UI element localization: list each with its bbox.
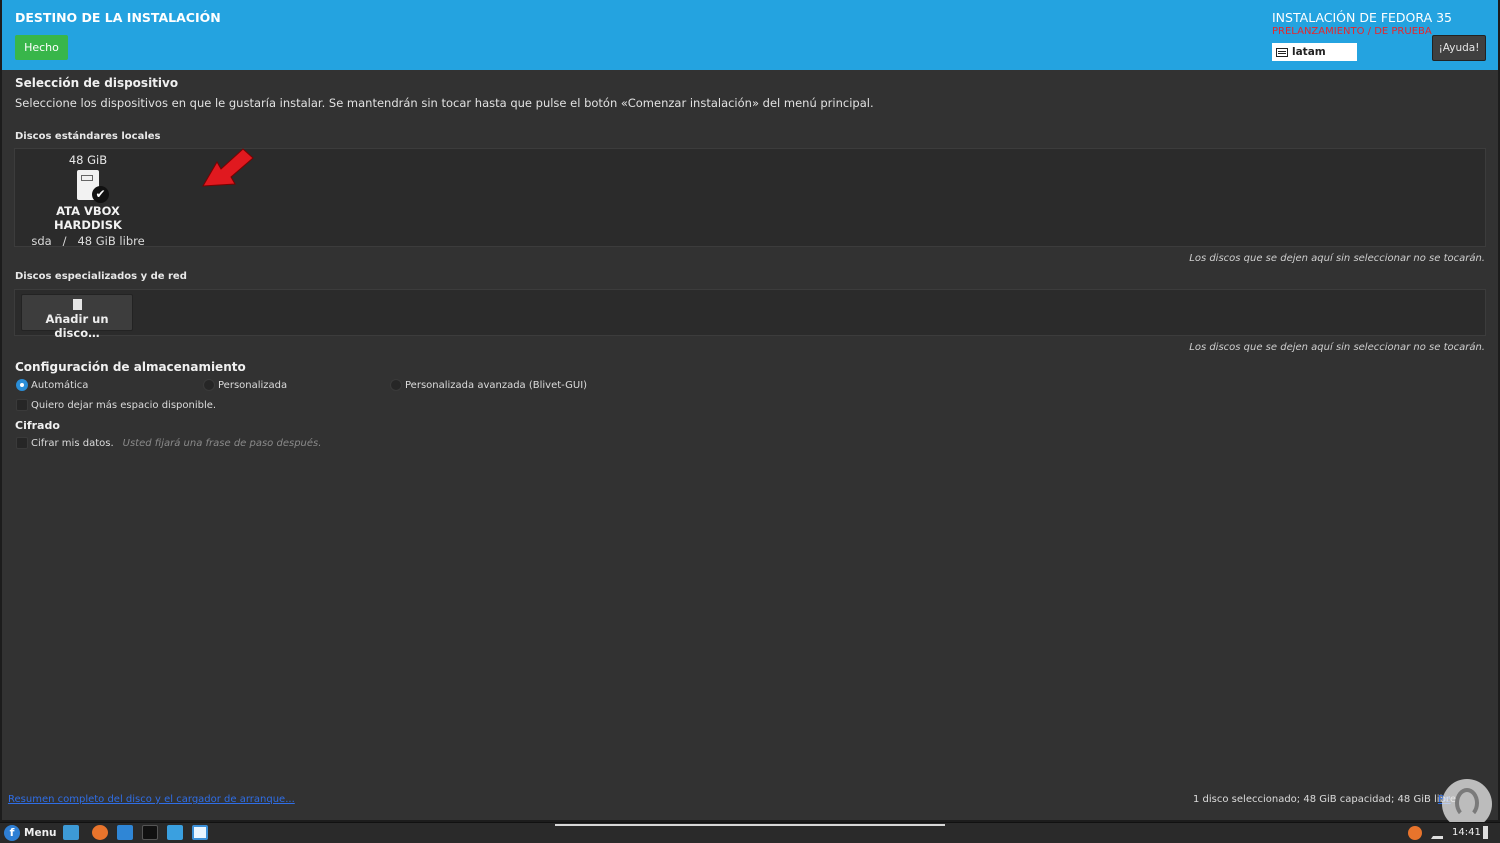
red-arrow-annotation (202, 148, 254, 187)
add-disk-button[interactable]: Añadir un disco… (21, 294, 133, 340)
terminal-icon[interactable] (142, 825, 158, 840)
disk-info: sda / 48 GiB libre (31, 234, 145, 248)
clock[interactable]: 14:41 (1452, 827, 1481, 838)
done-button[interactable]: Hecho (15, 35, 68, 60)
taskbar-highlight (555, 824, 945, 826)
start-menu-button[interactable]: f Menu (4, 825, 57, 841)
keyboard-layout-indicator[interactable]: latam (1272, 43, 1357, 61)
disk-size: 48 GiB (68, 153, 108, 167)
radio-advanced-custom[interactable]: Personalizada avanzada (Blivet-GUI) (390, 379, 587, 391)
keyboard-layout-label: latam (1292, 46, 1326, 58)
network-disks-note: Los discos que se dejen aquí sin selecci… (1189, 342, 1485, 353)
disk-status-summary: 1 disco seleccionado; 48 GiB capacidad; … (1193, 794, 1456, 805)
storage-config-title: Configuración de almacenamiento (15, 360, 246, 374)
taskbar: f Menu 14:41 (0, 822, 1500, 843)
network-disks-panel: Añadir un disco… (14, 289, 1486, 340)
fedora-logo-icon: f (4, 825, 20, 841)
device-selection-title: Selección de dispositivo (15, 76, 179, 90)
checkmark-icon: ✔ (92, 186, 109, 203)
update-icon[interactable] (1408, 826, 1422, 840)
device-selection-description: Seleccione los dispositivos en que le gu… (15, 96, 874, 110)
volume-icon[interactable] (1483, 826, 1495, 839)
disk-name: ATA VBOX HARDDISK (54, 204, 122, 232)
free-space-checkbox[interactable]: Quiero dejar más espacio disponible. (16, 399, 216, 411)
add-disk-icon (72, 299, 82, 310)
installer-window (0, 0, 1500, 822)
add-disk-label: Añadir un disco… (45, 312, 109, 340)
encrypt-checkbox[interactable]: Cifrar mis datos. Usted fijará una frase… (16, 437, 321, 449)
installer-icon[interactable] (192, 825, 208, 840)
prerelease-label: PRELANZAMIENTO / DE PRUEBA (1272, 26, 1432, 37)
harddisk-icon: ✔ (77, 170, 109, 203)
page-title: DESTINO DE LA INSTALACIÓN (15, 10, 221, 25)
disk-summary-link[interactable]: Resumen completo del disco y el cargador… (8, 794, 295, 805)
network-icon[interactable] (1431, 826, 1443, 839)
local-disks-note: Los discos que se dejen aquí sin selecci… (1189, 253, 1485, 264)
local-disks-label: Discos estándares locales (15, 131, 161, 142)
radio-custom[interactable]: Personalizada (203, 379, 287, 391)
help-button[interactable]: ¡Ayuda! (1432, 35, 1486, 61)
network-disks-label: Discos especializados y de red (15, 271, 187, 282)
header-bar: DESTINO DE LA INSTALACIÓN Hecho INSTALAC… (2, 0, 1498, 70)
encryption-title: Cifrado (15, 419, 60, 432)
product-title: INSTALACIÓN DE FEDORA 35 (1272, 10, 1453, 25)
disk-sda[interactable]: 48 GiB ✔ ATA VBOX HARDDISK sda / 48 GiB … (23, 153, 153, 248)
files-icon[interactable] (167, 825, 183, 840)
encrypt-hint: Usted fijará una frase de paso después. (122, 437, 322, 449)
firefox-icon[interactable] (92, 825, 108, 840)
keyboard-icon (1276, 47, 1288, 57)
mail-icon[interactable] (117, 825, 133, 840)
show-desktop-icon[interactable] (63, 825, 79, 840)
radio-automatic[interactable]: Automática (16, 379, 88, 391)
